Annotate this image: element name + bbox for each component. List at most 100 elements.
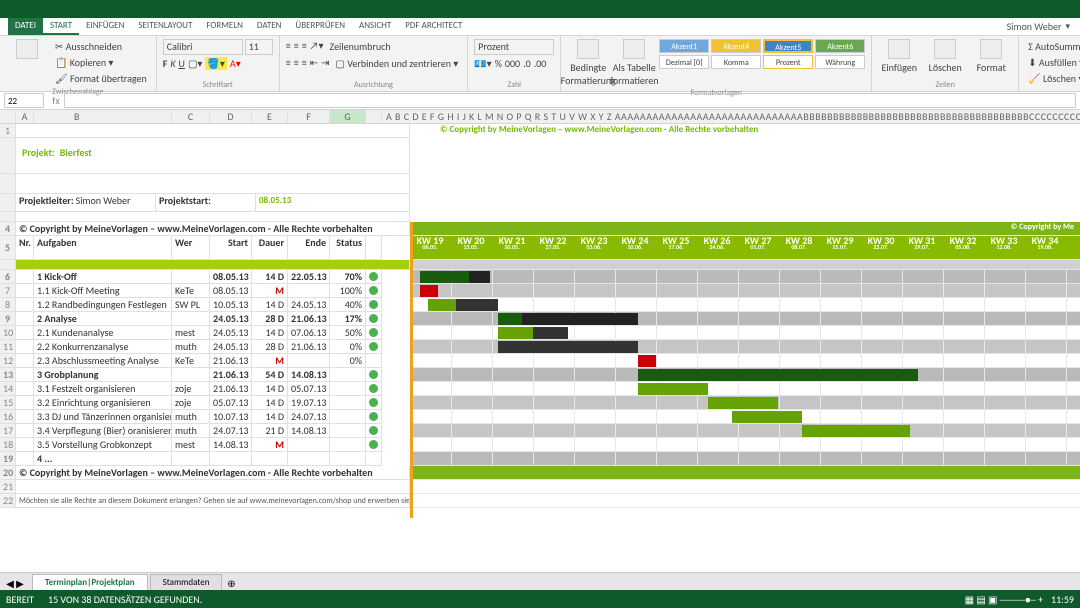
autosum[interactable]: Σ AutoSumme ▾ bbox=[1025, 39, 1080, 54]
tab-data[interactable]: DATEN bbox=[250, 18, 289, 35]
select-all-triangle[interactable] bbox=[0, 110, 16, 123]
tab-file[interactable]: DATEI bbox=[8, 18, 43, 35]
tab-formulas[interactable]: FORMELN bbox=[199, 18, 250, 35]
insert-cells[interactable]: Einfügen bbox=[878, 39, 920, 74]
table-row[interactable]: 194 ... bbox=[0, 452, 410, 466]
table-row[interactable]: 61 Kick-Off08.05.1314 D22.05.1370% bbox=[0, 270, 410, 284]
merge-center[interactable]: ▢ Verbinden und zentrieren ▾ bbox=[332, 56, 461, 71]
style-comma[interactable]: Komma bbox=[711, 55, 761, 69]
fillcolor-button[interactable]: 🪣▾ bbox=[205, 57, 226, 70]
style-accent4[interactable]: Akzent4 bbox=[711, 39, 761, 53]
table-row[interactable]: 102.1 Kundenanalysemest24.05.1314 D07.06… bbox=[0, 326, 410, 340]
gantt-bar[interactable] bbox=[638, 355, 656, 367]
paste-button[interactable] bbox=[6, 39, 48, 61]
gantt-row[interactable] bbox=[410, 396, 1080, 410]
fontcolor-button[interactable]: A▾ bbox=[230, 57, 241, 70]
percent-button[interactable]: % bbox=[495, 57, 502, 70]
table-row[interactable]: 81.2 Randbedingungen FestlegenSW PL10.05… bbox=[0, 298, 410, 312]
cut-button[interactable]: ✂ Ausschneiden bbox=[52, 39, 150, 54]
style-accent1[interactable]: Akzent1 bbox=[659, 39, 709, 53]
align-center[interactable]: ≡ bbox=[294, 56, 299, 71]
table-row[interactable]: 153.2 Einrichtung organisierenzoje05.07.… bbox=[0, 396, 410, 410]
gantt-row[interactable] bbox=[410, 340, 1080, 354]
formula-input[interactable] bbox=[64, 93, 1076, 108]
col-nr[interactable]: Nr. bbox=[16, 236, 34, 260]
col-start[interactable]: Start bbox=[210, 236, 252, 260]
tab-review[interactable]: ÜBERPRÜFEN bbox=[288, 18, 352, 35]
border-button[interactable]: ▢▾ bbox=[188, 57, 202, 70]
sheet-nav[interactable]: ◀ ▶ bbox=[0, 577, 30, 590]
gantt-row[interactable] bbox=[410, 312, 1080, 326]
align-mid[interactable]: ≡ bbox=[294, 39, 299, 54]
table-row[interactable]: 183.5 Vorstellung Grobkonzeptmest14.08.1… bbox=[0, 438, 410, 452]
add-sheet[interactable]: ⊕ bbox=[222, 577, 240, 590]
align-right[interactable]: ≡ bbox=[302, 56, 307, 71]
font-size-select[interactable]: 11 bbox=[245, 39, 273, 55]
gantt-row[interactable] bbox=[410, 298, 1080, 312]
gantt-row[interactable] bbox=[410, 424, 1080, 438]
gantt-bar[interactable] bbox=[428, 299, 498, 311]
tab-view[interactable]: ANSICHT bbox=[352, 18, 398, 35]
indent-inc[interactable]: ⇥ bbox=[321, 56, 329, 71]
number-format-select[interactable]: Prozent bbox=[474, 39, 554, 55]
gantt-row[interactable] bbox=[410, 326, 1080, 340]
table-row[interactable]: 71.1 Kick-Off MeetingKeTe08.05.13M100% bbox=[0, 284, 410, 298]
gantt-bar[interactable] bbox=[420, 271, 490, 283]
dec-decimal[interactable]: .00 bbox=[534, 57, 547, 70]
align-bot[interactable]: ≡ bbox=[302, 39, 307, 54]
table-row[interactable]: 173.4 Verpflegung (Bier) oranisierenmuth… bbox=[0, 424, 410, 438]
gantt-bar[interactable] bbox=[498, 341, 638, 353]
format-painter-button[interactable]: 🖌 Format übertragen bbox=[52, 71, 150, 86]
table-row[interactable]: 122.3 Abschlussmeeting AnalyseKeTe21.06.… bbox=[0, 354, 410, 368]
orientation[interactable]: ↗▾ bbox=[310, 39, 324, 54]
table-row[interactable]: 92 Analyse24.05.1328 D21.06.1317% bbox=[0, 312, 410, 326]
copy-button[interactable]: 📋 Kopieren ▾ bbox=[52, 55, 150, 70]
table-row[interactable]: 163.3 DJ und Tänzerinnen organisierenmut… bbox=[0, 410, 410, 424]
col-status[interactable]: Status bbox=[330, 236, 366, 260]
tab-insert[interactable]: EINFÜGEN bbox=[79, 18, 131, 35]
style-percent[interactable]: Prozent bbox=[763, 55, 813, 69]
gantt-bar[interactable] bbox=[732, 411, 802, 423]
italic-button[interactable]: K bbox=[170, 57, 175, 70]
view-buttons[interactable]: ▦ ▤ ▣ ─────●─ + bbox=[965, 593, 1043, 606]
gantt-row[interactable] bbox=[410, 438, 1080, 452]
underline-button[interactable]: U bbox=[179, 57, 185, 70]
inc-decimal[interactable]: .0 bbox=[523, 57, 531, 70]
style-accent5[interactable]: Akzent5 bbox=[763, 39, 813, 53]
gantt-row[interactable] bbox=[410, 270, 1080, 284]
fx-button[interactable]: fx bbox=[48, 94, 64, 107]
gantt-row[interactable] bbox=[410, 410, 1080, 424]
gantt-bar[interactable] bbox=[638, 383, 708, 395]
style-currency[interactable]: Währung bbox=[815, 55, 865, 69]
gantt-bar[interactable] bbox=[420, 285, 438, 297]
delete-cells[interactable]: Löschen bbox=[924, 39, 966, 74]
currency-button[interactable]: 💶▾ bbox=[474, 57, 491, 70]
column-headers[interactable]: A B C D E F G A B C D E F G H I J K L M … bbox=[0, 110, 1080, 124]
gantt-bar[interactable] bbox=[708, 397, 778, 409]
name-box[interactable]: 22 bbox=[4, 93, 44, 108]
align-top[interactable]: ≡ bbox=[286, 39, 291, 54]
col-task[interactable]: Aufgaben bbox=[34, 236, 172, 260]
table-row[interactable]: 133 Grobplanung21.06.1354 D14.08.13 bbox=[0, 368, 410, 382]
align-left[interactable]: ≡ bbox=[286, 56, 291, 71]
gantt-bar[interactable] bbox=[498, 313, 638, 325]
col-dauer[interactable]: Dauer bbox=[252, 236, 288, 260]
format-cells[interactable]: Format bbox=[970, 39, 1012, 74]
worksheet-area[interactable]: 1 Projekt: Bierfest Projektleiter: Simon… bbox=[0, 124, 1080, 562]
gantt-row[interactable] bbox=[410, 368, 1080, 382]
conditional-format[interactable]: Bedingte Formatierung bbox=[567, 39, 609, 87]
tab-start[interactable]: START bbox=[43, 18, 79, 35]
table-row[interactable]: 112.2 Konkurrenzanalysemuth24.05.1328 D2… bbox=[0, 340, 410, 354]
wrap-text[interactable]: Zeilenumbruch bbox=[327, 39, 394, 54]
gantt-row[interactable] bbox=[410, 382, 1080, 396]
user-label[interactable]: Simon Weber ▾ bbox=[1007, 18, 1070, 35]
thousands-button[interactable]: 000 bbox=[505, 57, 520, 70]
sheet-tab-2[interactable]: Stammdaten bbox=[150, 574, 223, 590]
col-ende[interactable]: Ende bbox=[288, 236, 330, 260]
tab-pdf[interactable]: PDF Architect bbox=[398, 18, 469, 35]
sheet-tab-1[interactable]: Terminplan|Projektplan bbox=[32, 574, 148, 590]
gantt-bar[interactable] bbox=[638, 369, 918, 381]
clear[interactable]: 🧹 Löschen ▾ bbox=[1025, 71, 1080, 86]
table-row[interactable]: 143.1 Festzelt organisierenzoje21.06.131… bbox=[0, 382, 410, 396]
style-accent6[interactable]: Akzent6 bbox=[815, 39, 865, 53]
